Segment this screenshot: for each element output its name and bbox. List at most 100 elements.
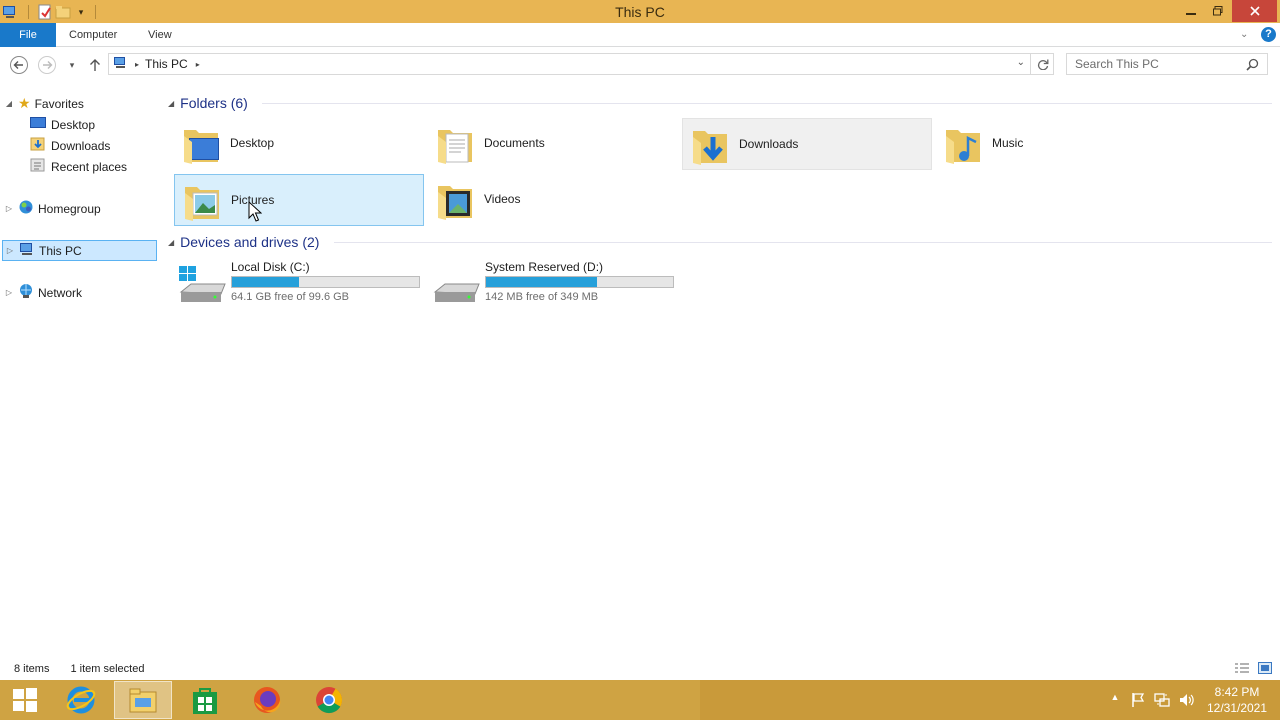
nav-item-recent-places[interactable]: Recent places [30, 156, 127, 177]
search-box[interactable]: Search This PC [1066, 53, 1268, 75]
mouse-cursor-icon [248, 200, 263, 226]
forward-arrow-icon [38, 56, 56, 74]
search-input[interactable]: Search This PC [1075, 57, 1159, 71]
nav-this-pc-label: This PC [39, 243, 82, 258]
navigation-row: ▾ ▸ This PC ▸ ⌄ Search This PC [0, 48, 1280, 82]
folder-tile-pictures[interactable]: Pictures [174, 174, 424, 226]
up-button[interactable] [85, 55, 105, 75]
start-button[interactable] [0, 681, 50, 719]
details-view-icon[interactable] [1235, 662, 1249, 677]
expand-ribbon-chevron-icon[interactable]: ⌄ [1240, 29, 1248, 40]
search-icon[interactable] [1246, 58, 1259, 74]
drive-tile-c[interactable]: Local Disk (C:) 64.1 GB free of 99.6 GB [175, 260, 425, 312]
drive-tile-d[interactable]: System Reserved (D:) 142 MB free of 349 … [429, 260, 679, 312]
taskbar-chrome[interactable] [300, 681, 358, 719]
this-pc-address-icon [113, 56, 129, 73]
title-bar: ▾ This PC [0, 0, 1280, 23]
nav-item-label: Recent places [51, 159, 128, 174]
documents-folder-icon [434, 122, 478, 166]
nav-item-label: Desktop [51, 117, 96, 132]
breadcrumb-this-pc[interactable]: This PC [145, 57, 188, 71]
refresh-button[interactable] [1030, 53, 1054, 75]
videos-folder-icon [434, 178, 478, 222]
folder-tile-downloads[interactable]: Downloads [682, 118, 932, 170]
folder-label: Videos [484, 192, 521, 206]
volume-icon[interactable] [1178, 692, 1194, 708]
nav-item-desktop[interactable]: Desktop [30, 114, 95, 135]
file-explorer-icon [129, 688, 157, 713]
nav-favorites[interactable]: ◢ ★ Favorites [4, 93, 84, 114]
collapse-caret-icon[interactable]: ◢ [4, 99, 14, 108]
address-dropdown-chevron-icon[interactable]: ⌄ [1017, 57, 1025, 68]
status-bar: 8 items 1 item selected [0, 658, 1280, 680]
clock-time: 8:42 PM [1214, 685, 1260, 699]
downloads-folder-icon [689, 123, 733, 167]
action-center-flag-icon[interactable] [1130, 692, 1146, 708]
forward-button[interactable] [37, 55, 57, 75]
minimize-button[interactable] [1176, 0, 1206, 22]
nav-item-downloads[interactable]: Downloads [30, 135, 110, 156]
folder-label: Downloads [739, 137, 799, 151]
restore-button[interactable] [1203, 0, 1233, 22]
ribbon: File Computer View ⌄ ? [0, 23, 1280, 47]
group-divider [262, 103, 1272, 104]
folder-tile-documents[interactable]: Documents [428, 118, 678, 170]
drive-usage-bar [485, 276, 674, 288]
taskbar-firefox[interactable] [238, 681, 296, 719]
recent-locations-chevron-icon[interactable]: ▾ [62, 55, 82, 75]
large-icons-view-icon[interactable] [1258, 662, 1272, 677]
nav-this-pc[interactable]: ▷ This PC [2, 240, 157, 261]
tab-view[interactable]: View [138, 23, 182, 47]
clock-date: 12/31/2021 [1206, 701, 1268, 715]
star-icon: ★ [18, 95, 31, 111]
window-title: This PC [615, 4, 665, 20]
item-count: 8 items [14, 663, 50, 675]
back-arrow-icon [10, 56, 28, 74]
hard-drive-icon [431, 264, 481, 308]
devices-group-header[interactable]: ◢ Devices and drives (2) [168, 232, 319, 252]
nav-network[interactable]: ▷ Network [4, 282, 82, 303]
downloads-icon [30, 137, 46, 154]
folders-header-label: Folders (6) [180, 95, 248, 111]
show-hidden-icons-chevron-icon[interactable]: ▲ [1107, 692, 1123, 708]
close-button[interactable] [1232, 0, 1277, 22]
network-status-icon[interactable] [1154, 692, 1170, 708]
expand-caret-icon[interactable]: ▷ [4, 288, 14, 297]
minimize-icon [1186, 13, 1196, 15]
taskbar-internet-explorer[interactable] [52, 681, 110, 719]
taskbar-clock[interactable]: 8:42 PM 12/31/2021 [1200, 684, 1274, 716]
breadcrumb-chevron-icon[interactable]: ▸ [135, 60, 139, 69]
drive-name: Local Disk (C:) [231, 260, 310, 274]
firefox-icon [254, 687, 281, 713]
windows-drive-icon [177, 264, 227, 308]
help-icon[interactable]: ? [1261, 27, 1276, 42]
internet-explorer-icon [66, 686, 96, 714]
homegroup-icon [18, 199, 34, 218]
expand-caret-icon[interactable]: ▷ [4, 204, 14, 213]
address-bar[interactable]: ▸ This PC ▸ ⌄ [108, 53, 1054, 75]
taskbar-store[interactable] [176, 681, 234, 719]
taskbar-file-explorer[interactable] [114, 681, 172, 719]
back-button[interactable] [9, 55, 29, 75]
breadcrumb-chevron-icon[interactable]: ▸ [196, 60, 200, 69]
folders-group-header[interactable]: ◢ Folders (6) [168, 93, 248, 113]
collapse-caret-icon[interactable]: ◢ [168, 99, 174, 108]
folder-tile-desktop[interactable]: Desktop [174, 118, 424, 170]
windows-logo-icon [13, 688, 37, 712]
navigation-pane: ◢ ★ Favorites Desktop Downloads Recent p… [0, 90, 160, 660]
devices-header-label: Devices and drives (2) [180, 234, 320, 250]
folder-tile-videos[interactable]: Videos [428, 174, 678, 226]
restore-icon [1213, 6, 1223, 16]
recent-places-icon [30, 158, 46, 175]
tab-file[interactable]: File [0, 23, 56, 47]
nav-homegroup[interactable]: ▷ Homegroup [4, 198, 101, 219]
up-arrow-icon [90, 59, 100, 71]
folder-label: Documents [484, 136, 545, 150]
drive-usage-fill [232, 277, 299, 287]
pictures-folder-icon [181, 179, 225, 223]
collapse-caret-icon[interactable]: ◢ [168, 238, 174, 247]
expand-caret-icon[interactable]: ▷ [5, 246, 15, 255]
tab-computer[interactable]: Computer [59, 23, 127, 47]
folder-tile-music[interactable]: Music [936, 118, 1186, 170]
drive-usage-fill [486, 277, 597, 287]
